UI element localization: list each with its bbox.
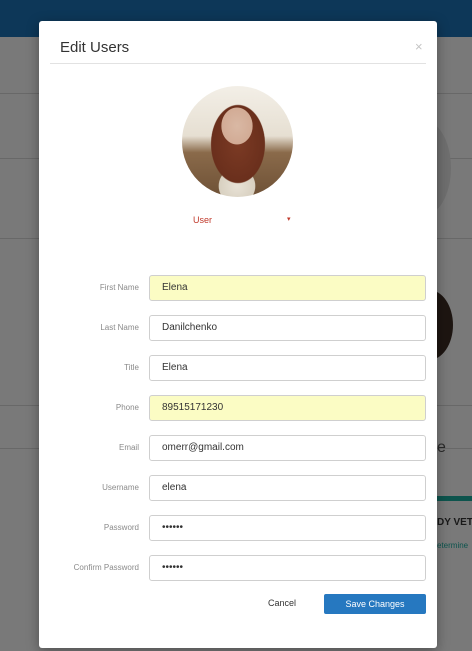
username-label: Username <box>102 483 139 492</box>
cancel-button[interactable]: Cancel <box>268 598 296 608</box>
save-changes-button[interactable]: Save Changes <box>324 594 426 614</box>
first-name-field[interactable]: Elena <box>149 275 426 301</box>
last-name-field[interactable]: Danilchenko <box>149 315 426 341</box>
avatar[interactable] <box>182 86 293 197</box>
chevron-down-icon: ▾ <box>287 216 291 223</box>
form-row-first-name: First Name Elena <box>39 275 437 301</box>
form-row-password: Password •••••• <box>39 515 437 541</box>
form-row-confirm-password: Confirm Password •••••• <box>39 555 437 581</box>
confirm-password-field[interactable]: •••••• <box>149 555 426 581</box>
form-row-last-name: Last Name Danilchenko <box>39 315 437 341</box>
role-select-value: User <box>193 215 213 225</box>
title-field[interactable]: Elena <box>149 355 426 381</box>
email-field[interactable]: omerr@gmail.com <box>149 435 426 461</box>
modal-title: Edit Users <box>60 39 130 56</box>
password-field[interactable]: •••••• <box>149 515 426 541</box>
form-row-email: Email omerr@gmail.com <box>39 435 437 461</box>
form-row-username: Username elena <box>39 475 437 501</box>
first-name-label: First Name <box>99 283 139 292</box>
password-label: Password <box>103 523 139 532</box>
form-row-title: Title Elena <box>39 355 437 381</box>
confirm-password-label: Confirm Password <box>73 563 139 572</box>
edit-users-modal: Edit Users × User ▾ First Name Elena Las… <box>39 21 437 648</box>
form-row-phone: Phone 89515171230 <box>39 395 437 421</box>
username-field[interactable]: elena <box>149 475 426 501</box>
last-name-label: Last Name <box>100 323 139 332</box>
phone-label: Phone <box>115 403 139 412</box>
close-icon[interactable]: × <box>415 39 423 54</box>
title-label: Title <box>124 363 139 372</box>
modal-header: Edit Users × <box>50 21 426 64</box>
phone-field[interactable]: 89515171230 <box>149 395 426 421</box>
email-label: Email <box>118 443 139 452</box>
role-select[interactable]: User ▾ <box>193 215 293 229</box>
